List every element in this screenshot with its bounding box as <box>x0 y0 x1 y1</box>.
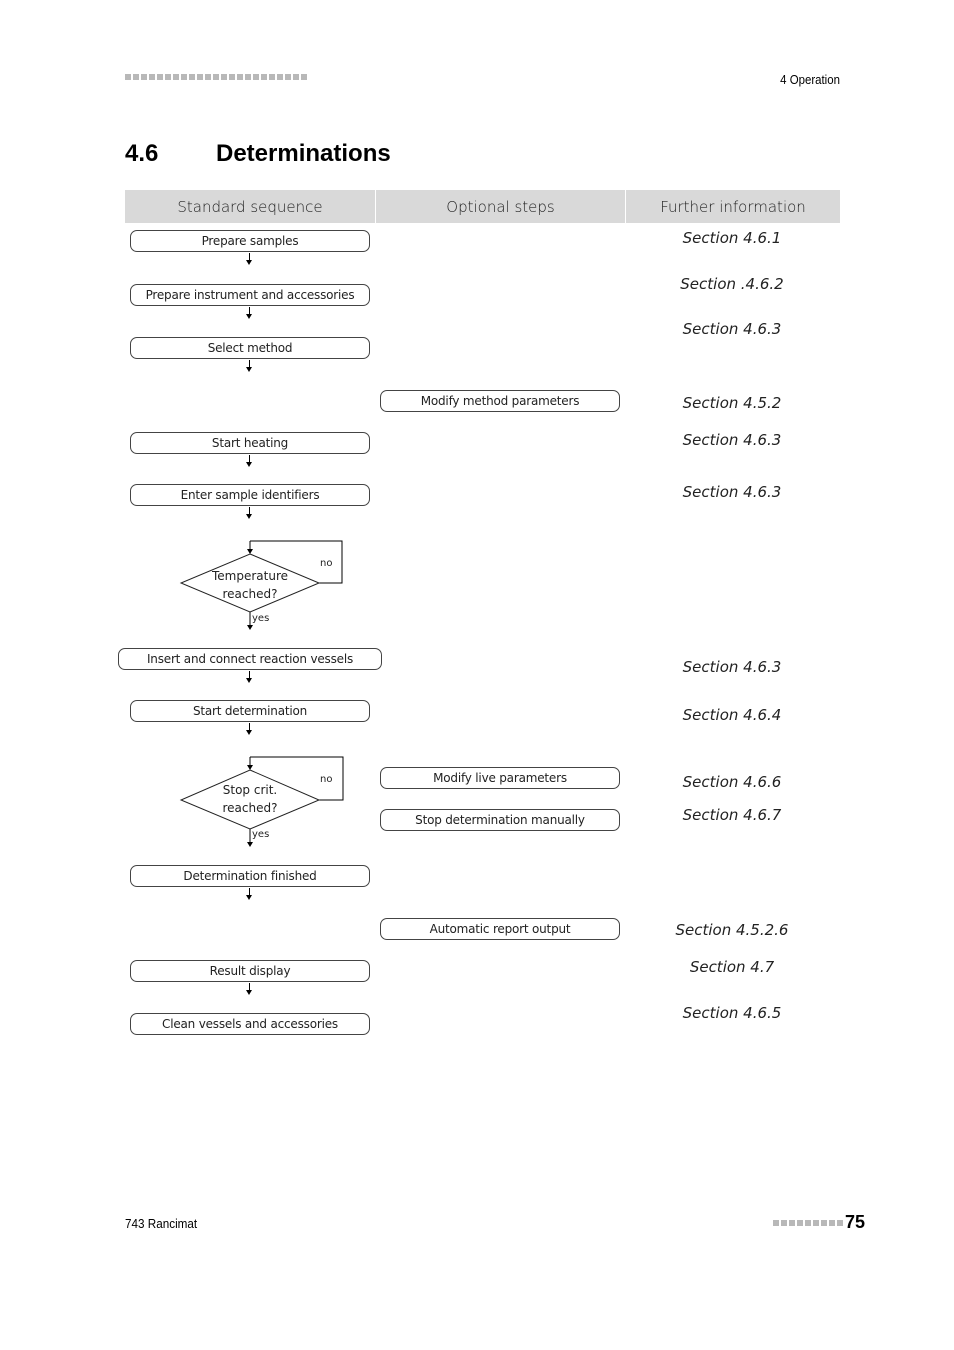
step-prepare-samples: Prepare samples <box>130 230 370 252</box>
decoration-square <box>773 1220 779 1226</box>
column-header-further-info: Further information <box>626 190 840 223</box>
decoration-square <box>205 74 211 80</box>
section-title: Determinations <box>216 140 391 167</box>
decoration-square <box>197 74 203 80</box>
step-select-method: Select method <box>130 337 370 359</box>
step-prepare-instrument: Prepare instrument and accessories <box>130 284 370 306</box>
decision-text-line2: reached? <box>223 587 278 601</box>
running-head: 4 Operation <box>780 72 840 87</box>
ref-select-method[interactable]: Section 4.6.3 <box>632 320 832 338</box>
arrow-down-icon <box>247 765 253 770</box>
arrow-down-icon <box>246 462 252 467</box>
footer-product-name: 743 Rancimat <box>125 1216 198 1231</box>
decoration-square <box>789 1220 795 1226</box>
optional-stop-determination-manually: Stop determination manually <box>380 809 620 831</box>
decoration-square <box>181 74 187 80</box>
ref-modify-method-parameters[interactable]: Section 4.5.2 <box>632 394 832 412</box>
ref-stop-determination-manually[interactable]: Section 4.6.7 <box>632 806 832 824</box>
decoration-square <box>165 74 171 80</box>
decision-temperature-reached: Temperature reached? no yes <box>179 540 343 630</box>
arrow-down-icon <box>246 730 252 735</box>
decoration-square <box>269 74 275 80</box>
ref-start-heating[interactable]: Section 4.6.3 <box>632 431 832 449</box>
arrow-down-icon <box>247 549 253 554</box>
ref-prepare-samples[interactable]: Section 4.6.1 <box>632 229 832 247</box>
decision-text-line1: Temperature <box>211 569 288 583</box>
arrow-down-icon <box>247 842 253 847</box>
arrow-down-icon <box>246 314 252 319</box>
decision-stop-criterion-reached: Stop crit. reached? no yes <box>179 756 344 847</box>
optional-modify-live-parameters: Modify live parameters <box>380 767 620 789</box>
decoration-square <box>253 74 259 80</box>
column-header-standard: Standard sequence <box>125 190 375 223</box>
step-enter-sample-identifiers: Enter sample identifiers <box>130 484 370 506</box>
yes-label: yes <box>252 613 269 624</box>
step-result-display: Result display <box>130 960 370 982</box>
decoration-square <box>237 74 243 80</box>
ref-modify-live-parameters[interactable]: Section 4.6.6 <box>632 773 832 791</box>
step-start-determination: Start determination <box>130 700 370 722</box>
section-number: 4.6 <box>125 140 159 167</box>
decision-diamond <box>179 553 321 613</box>
ref-insert-vessels[interactable]: Section 4.6.3 <box>632 658 832 676</box>
decoration-square <box>125 74 131 80</box>
step-start-heating: Start heating <box>130 432 370 454</box>
decoration-square <box>821 1220 827 1226</box>
decoration-square <box>277 74 283 80</box>
ref-automatic-report-output[interactable]: Section 4.5.2.6 <box>632 921 832 939</box>
arrow-down-icon <box>246 990 252 995</box>
step-clean-vessels: Clean vessels and accessories <box>130 1013 370 1035</box>
decoration-square <box>173 74 179 80</box>
decision-text-line1: Stop crit. <box>223 783 277 797</box>
optional-automatic-report-output: Automatic report output <box>380 918 620 940</box>
decoration-square <box>813 1220 819 1226</box>
ref-start-determination[interactable]: Section 4.6.4 <box>632 706 832 724</box>
optional-modify-method-parameters: Modify method parameters <box>380 390 620 412</box>
decoration-square <box>189 74 195 80</box>
decoration-square <box>245 74 251 80</box>
ref-result-display[interactable]: Section 4.7 <box>632 958 832 976</box>
no-label: no <box>320 558 332 569</box>
header-decoration <box>125 74 307 80</box>
arrow-down-icon <box>246 895 252 900</box>
ref-prepare-instrument[interactable]: Section .4.6.2 <box>632 275 832 293</box>
decoration-square <box>149 74 155 80</box>
decision-diamond <box>179 769 321 830</box>
decoration-square <box>829 1220 835 1226</box>
decoration-square <box>301 74 307 80</box>
decoration-square <box>797 1220 803 1226</box>
ref-enter-sample-identifiers[interactable]: Section 4.6.3 <box>632 483 832 501</box>
footer-decoration <box>773 1220 843 1226</box>
decoration-square <box>229 74 235 80</box>
decoration-square <box>221 74 227 80</box>
arrow-down-icon <box>246 514 252 519</box>
ref-clean-vessels[interactable]: Section 4.6.5 <box>632 1004 832 1022</box>
step-insert-vessels: Insert and connect reaction vessels <box>118 648 382 670</box>
arrow-down-icon <box>246 678 252 683</box>
decoration-square <box>781 1220 787 1226</box>
decoration-square <box>133 74 139 80</box>
arrow-down-icon <box>247 625 253 630</box>
decoration-square <box>805 1220 811 1226</box>
decoration-square <box>293 74 299 80</box>
decision-text-line2: reached? <box>223 801 278 815</box>
decoration-square <box>261 74 267 80</box>
decoration-square <box>285 74 291 80</box>
decoration-square <box>141 74 147 80</box>
no-label: no <box>320 774 332 785</box>
arrow-down-icon <box>246 260 252 265</box>
decoration-square <box>157 74 163 80</box>
decoration-square <box>837 1220 843 1226</box>
step-determination-finished: Determination finished <box>130 865 370 887</box>
arrow-down-icon <box>246 367 252 372</box>
page-number: 75 <box>845 1212 866 1232</box>
column-header-optional: Optional steps <box>376 190 625 223</box>
yes-label: yes <box>252 829 269 840</box>
decoration-square <box>213 74 219 80</box>
